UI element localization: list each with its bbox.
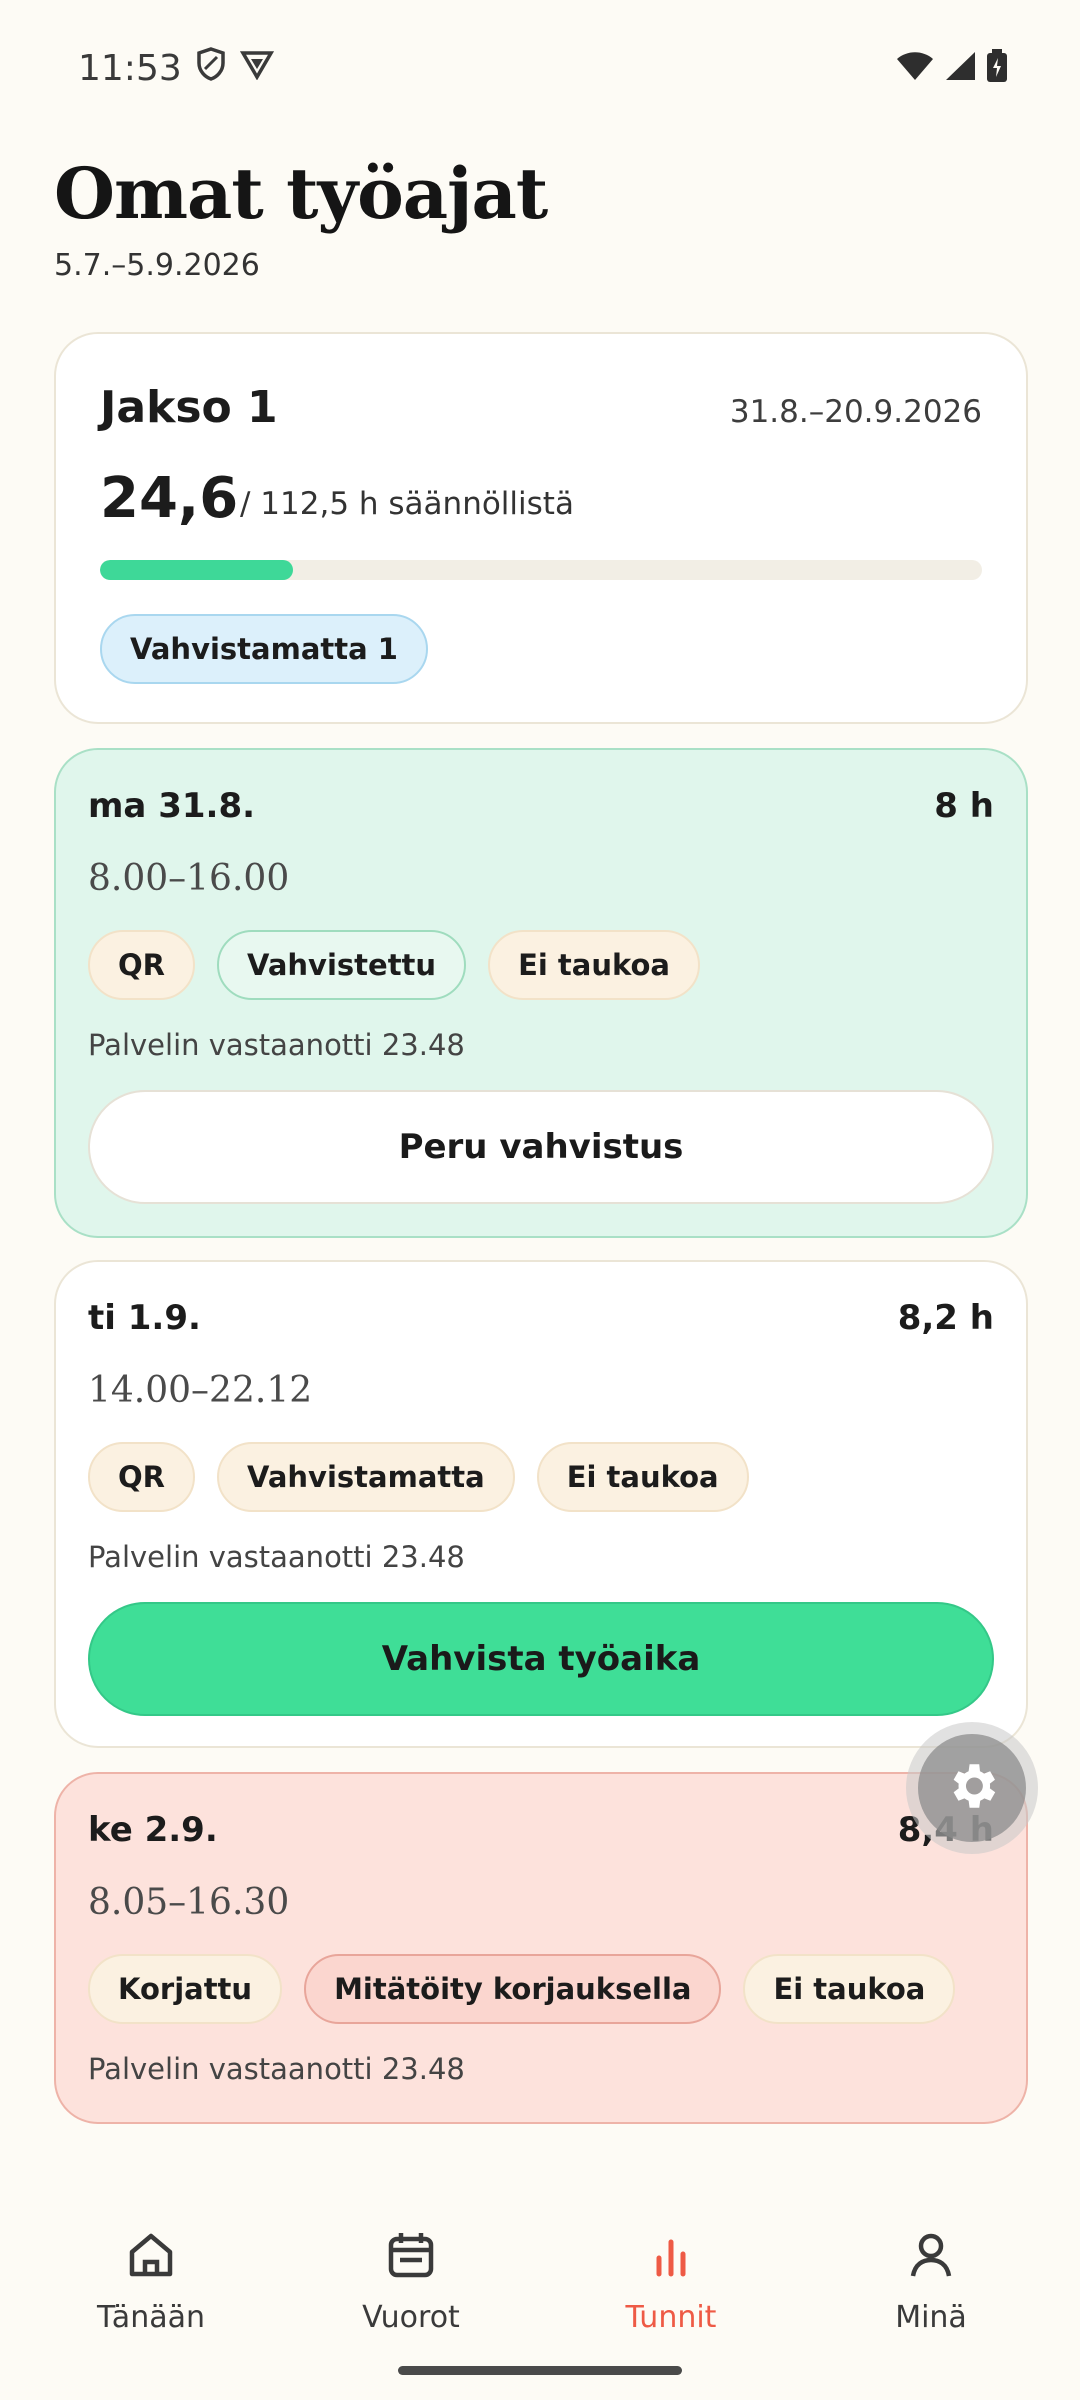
period-hours: 24,6	[100, 466, 239, 531]
home-icon	[126, 2230, 176, 2280]
day-card-corrected: ke 2.9. 8,4 h 8.05–16.30 Korjattu Mitätö…	[54, 1772, 1028, 2124]
chip-qr: QR	[88, 930, 195, 1000]
day-card-pending: ti 1.9. 8,2 h 14.00–22.12 QR Vahvistamat…	[54, 1260, 1028, 1748]
day-chips: QR Vahvistettu Ei taukoa	[88, 930, 701, 1000]
chip-status: Mitätöity korjauksella	[304, 1954, 722, 2024]
day-time: 8.05–16.30	[88, 1882, 290, 1923]
chip-status: Vahvistettu	[216, 930, 467, 1000]
nav-label: Minä	[895, 2300, 967, 2335]
period-progress-bar	[100, 560, 982, 580]
nav-label: Tänään	[96, 2300, 205, 2335]
day-hours: 8,2 h	[897, 1298, 994, 1338]
status-bar: 11:53	[78, 40, 1008, 96]
nav-item-today[interactable]: Tänään	[16, 2190, 286, 2340]
cancel-confirmation-button[interactable]: Peru vahvistus	[88, 1090, 994, 1204]
page-title: Omat työajat	[54, 152, 548, 235]
period-dates: 31.8.–20.9.2026	[729, 394, 982, 430]
day-note: Palvelin vastaanotti 23.48	[88, 1028, 465, 1062]
chip-break: Ei taukoa	[488, 930, 701, 1000]
chip-status: Vahvistamatta	[216, 1442, 515, 1512]
settings-button[interactable]	[906, 1722, 1038, 1854]
period-card: Jakso 1 31.8.–20.9.2026 24,6 / 112,5 h s…	[54, 332, 1028, 724]
person-icon	[906, 2230, 956, 2280]
day-label: ke 2.9.	[88, 1810, 218, 1850]
signal-icon	[944, 51, 976, 85]
day-label: ti 1.9.	[88, 1298, 201, 1338]
day-chips: QR Vahvistamatta Ei taukoa	[88, 1442, 749, 1512]
nav-item-me[interactable]: Minä	[796, 2190, 1066, 2340]
period-total: / 112,5 h säännöllistä	[240, 486, 574, 522]
screen: 11:53 Omat työajat 5.7.–5.9.2026 Jakso 1…	[0, 0, 1080, 2400]
day-hours: 8 h	[934, 786, 994, 826]
wifi-icon	[896, 51, 934, 85]
period-progress-fill	[100, 560, 294, 580]
confirm-worktime-button[interactable]: Vahvista työaika	[88, 1602, 994, 1716]
day-note: Palvelin vastaanotti 23.48	[88, 2052, 465, 2086]
home-gesture-bar[interactable]	[398, 2366, 682, 2375]
chip-break: Ei taukoa	[743, 1954, 956, 2024]
unconfirmed-badge[interactable]: Vahvistamatta 1	[100, 614, 428, 684]
nav-label: Vuorot	[362, 2300, 460, 2335]
bar-chart-icon	[646, 2230, 696, 2280]
vpn-icon	[239, 48, 274, 89]
day-note: Palvelin vastaanotti 23.48	[88, 1540, 465, 1574]
day-time: 14.00–22.12	[88, 1370, 313, 1411]
settings-button-inner	[918, 1734, 1026, 1842]
gear-icon	[943, 1757, 1001, 1819]
period-name: Jakso 1	[100, 382, 278, 433]
calendar-icon	[386, 2230, 436, 2280]
day-card-confirmed: ma 31.8. 8 h 8.00–16.00 QR Vahvistettu E…	[54, 748, 1028, 1238]
chip-break: Ei taukoa	[536, 1442, 749, 1512]
nav-item-shifts[interactable]: Vuorot	[276, 2190, 546, 2340]
date-range: 5.7.–5.9.2026	[54, 248, 260, 283]
chip-qr: QR	[88, 1442, 195, 1512]
battery-icon	[986, 49, 1008, 87]
nav-label: Tunnit	[625, 2300, 717, 2335]
shield-icon	[196, 46, 226, 90]
day-chips: Korjattu Mitätöity korjauksella Ei tauko…	[88, 1954, 956, 2024]
status-time: 11:53	[78, 47, 182, 89]
day-time: 8.00–16.00	[88, 858, 290, 899]
day-label: ma 31.8.	[88, 786, 256, 826]
nav-item-hours[interactable]: Tunnit	[536, 2190, 806, 2340]
chip-corrected: Korjattu	[88, 1954, 283, 2024]
